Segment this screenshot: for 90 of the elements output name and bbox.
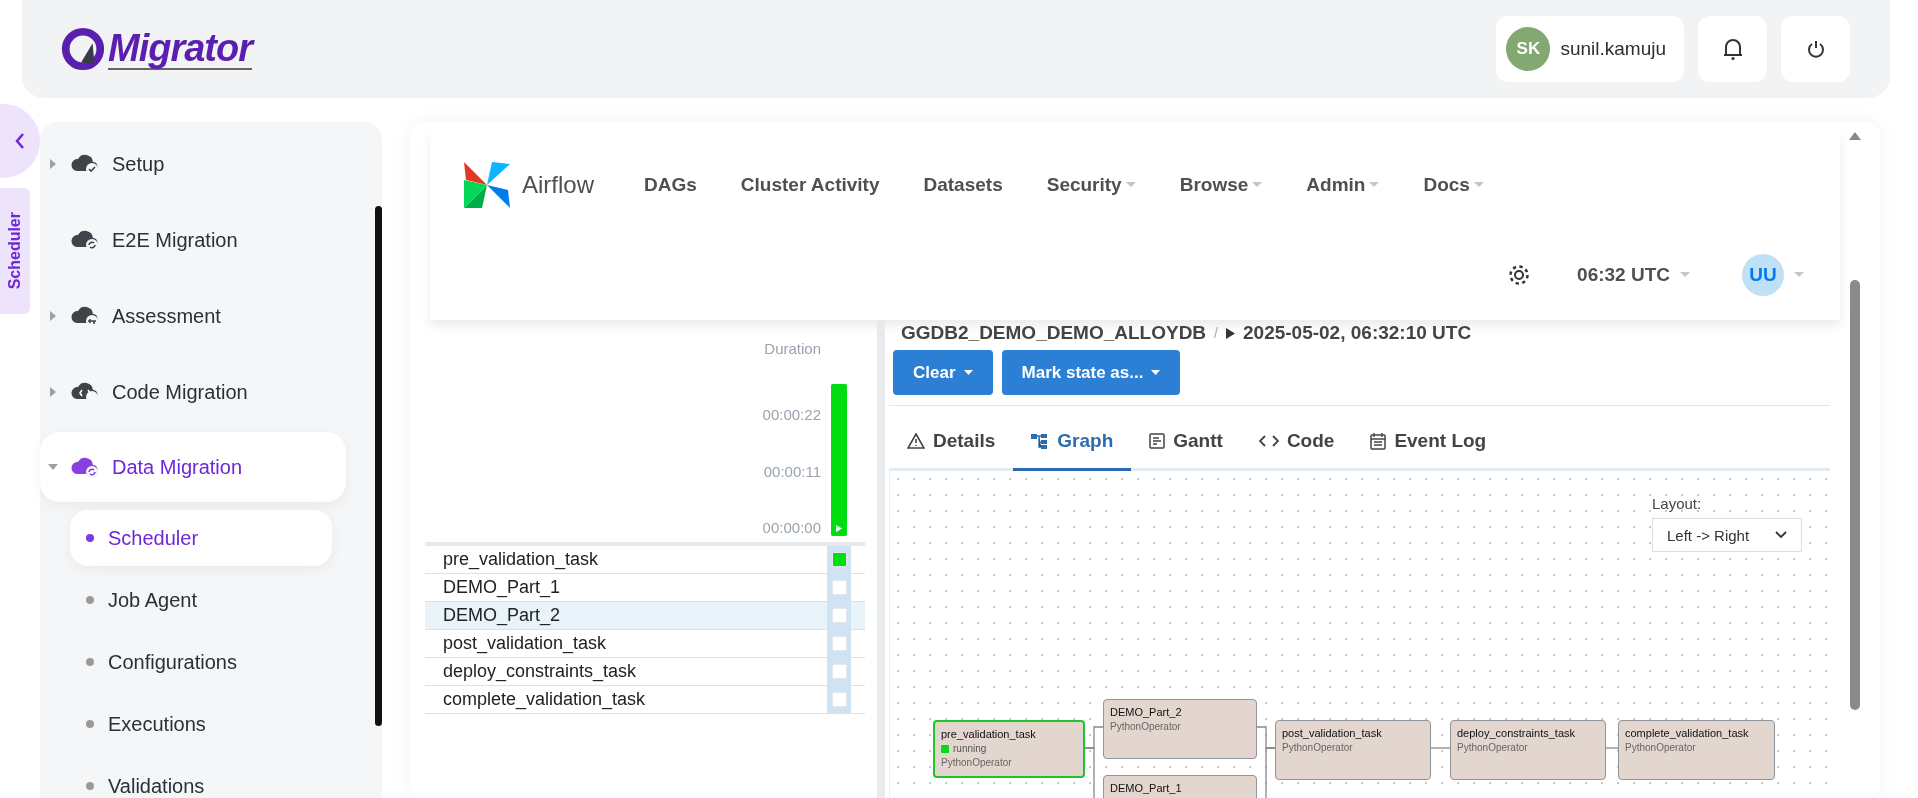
scrollbar-thumb[interactable] <box>1850 280 1860 710</box>
sidebar-subitem[interactable]: Executions <box>70 696 332 752</box>
brand-name: Airflow <box>522 171 594 199</box>
bell-icon <box>1721 37 1744 61</box>
caret-icon <box>1125 182 1136 188</box>
duration-label: Duration <box>764 340 821 357</box>
tab[interactable]: Event Log <box>1352 422 1505 471</box>
nav-link[interactable]: Docs <box>1423 174 1484 196</box>
tab[interactable]: Gantt <box>1131 422 1241 471</box>
task-row[interactable]: DEMO_Part_2 <box>425 602 865 630</box>
task-node[interactable]: pre_validation_task running PythonOperator <box>933 720 1085 778</box>
side-tab[interactable]: Scheduler <box>0 188 30 314</box>
task-status-square[interactable] <box>831 608 847 623</box>
tab[interactable]: Code <box>1240 422 1353 471</box>
axis-tick: 00:00:00 <box>762 519 821 536</box>
graph-icon <box>1031 433 1050 449</box>
cloud-icon <box>70 455 100 479</box>
caret-icon <box>1369 182 1380 188</box>
caret-icon <box>48 386 58 398</box>
layout-label: Layout: <box>1652 495 1703 512</box>
breadcrumb-separator: / <box>1214 325 1218 341</box>
timezone-menu[interactable]: 06:32 UTC <box>1571 263 1696 287</box>
connector-line <box>1430 747 1451 749</box>
sidebar-subitem[interactable]: Configurations <box>70 634 332 690</box>
logo-icon <box>60 26 106 72</box>
nav-link[interactable]: Datasets <box>923 174 1003 196</box>
run-timestamp[interactable]: 2025-05-02, 06:32:10 UTC <box>1243 322 1472 344</box>
nav-link[interactable]: Browse <box>1179 174 1263 196</box>
notifications-button[interactable] <box>1698 16 1767 82</box>
task-status-square[interactable] <box>831 580 847 595</box>
caret-icon <box>1680 272 1690 278</box>
task-node[interactable]: post_validation_task PythonOperator <box>1275 720 1431 780</box>
sidebar-subitem[interactable]: Scheduler <box>70 510 332 566</box>
caret-icon <box>1151 370 1161 375</box>
connector-line <box>1605 747 1619 749</box>
dropdown-button[interactable]: Clear <box>893 350 993 395</box>
caret-icon <box>963 370 973 375</box>
task-node[interactable]: deploy_constraints_task PythonOperator <box>1450 720 1606 780</box>
caret-icon <box>47 462 59 472</box>
task-node[interactable]: DEMO_Part_1 <box>1103 775 1257 798</box>
power-button[interactable] <box>1781 16 1850 82</box>
cloud-icon <box>70 152 100 176</box>
caret-icon <box>1252 182 1263 188</box>
axis-tick: 00:00:11 <box>763 462 821 480</box>
calendar-icon <box>1370 432 1387 450</box>
code-icon <box>1258 434 1279 448</box>
task-status-square[interactable] <box>831 636 847 651</box>
caret-icon <box>48 158 58 170</box>
task-status-square[interactable] <box>831 692 847 707</box>
dag-name[interactable]: GGDB2_DEMO_DEMO_ALLOYDB <box>901 322 1207 344</box>
tab[interactable]: Details <box>889 422 1014 471</box>
run-duration-bar[interactable] <box>831 384 847 536</box>
settings-icon[interactable] <box>1507 263 1532 287</box>
task-status-square[interactable] <box>831 552 847 567</box>
cloud-icon <box>70 228 100 252</box>
task-row[interactable]: complete_validation_task <box>425 686 865 714</box>
caret-icon <box>48 310 58 322</box>
sidebar-subitem[interactable]: Job Agent <box>70 572 332 628</box>
chevron-down-icon <box>1775 531 1787 539</box>
user-name: sunil.kamuju <box>1560 38 1666 60</box>
sidebar-item[interactable]: Data Migration <box>40 432 346 502</box>
play-icon <box>1226 327 1235 339</box>
scrollbar-thumb[interactable] <box>375 206 382 726</box>
warning-icon <box>907 433 925 449</box>
task-row[interactable]: deploy_constraints_task <box>425 658 865 686</box>
chart-icon <box>1149 433 1166 449</box>
user-menu[interactable]: SK sunil.kamuju <box>1496 16 1684 82</box>
caret-icon <box>1473 182 1484 188</box>
task-status-square[interactable] <box>831 664 847 679</box>
nav-link[interactable]: Security <box>1046 174 1136 196</box>
nav-link[interactable]: DAGs <box>644 174 697 196</box>
scroll-up-icon[interactable] <box>1849 132 1861 140</box>
task-node[interactable]: complete_validation_task PythonOperator <box>1618 720 1775 780</box>
sidebar-item[interactable]: Code Migration <box>40 356 346 428</box>
sidebar-item[interactable]: Assessment <box>40 280 346 352</box>
axis-tick: 00:00:22 <box>762 406 821 424</box>
dropdown-button[interactable]: Mark state as... <box>1001 350 1181 395</box>
caret-icon <box>1794 272 1804 278</box>
power-icon <box>1805 39 1826 59</box>
chevron-left-icon <box>14 132 26 150</box>
nav-link[interactable]: Admin <box>1306 174 1380 196</box>
layout-select[interactable]: Left -> Right <box>1652 518 1802 552</box>
task-row[interactable]: pre_validation_task <box>425 546 865 574</box>
sidebar-item[interactable]: Setup <box>40 128 346 200</box>
task-row[interactable]: post_validation_task <box>425 630 865 658</box>
task-node[interactable]: DEMO_Part_2 PythonOperator <box>1103 699 1257 759</box>
user-avatar: SK <box>1506 27 1551 71</box>
sidebar-subitem[interactable]: Validations <box>70 758 332 798</box>
nav-link[interactable]: Cluster Activity <box>740 174 880 196</box>
sidebar-item[interactable]: E2E Migration <box>40 204 346 276</box>
